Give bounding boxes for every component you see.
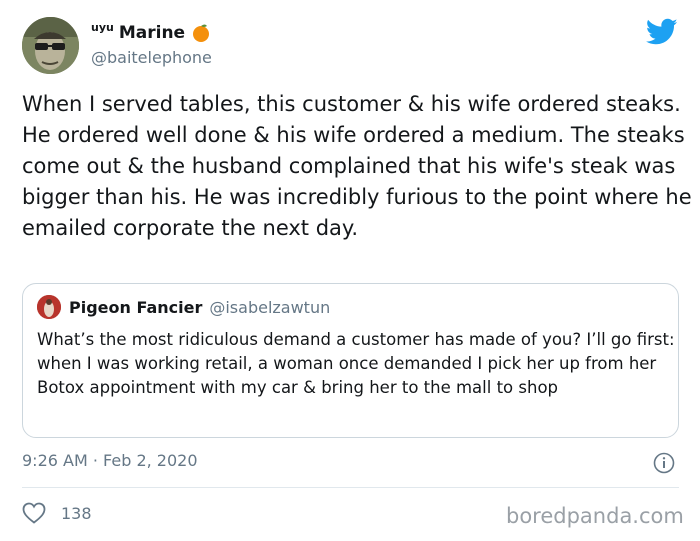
quoted-author-name: Pigeon Fancier xyxy=(69,297,203,317)
author-avatar[interactable] xyxy=(22,17,79,74)
info-icon[interactable] xyxy=(653,452,675,474)
quoted-tweet-text: What’s the most ridiculous demand a cust… xyxy=(37,330,675,397)
watermark: boredpanda.com xyxy=(506,504,684,528)
like-button[interactable]: 138 xyxy=(22,502,92,524)
quoted-tweet-header: Pigeon Fancier @isabelzawtun xyxy=(37,295,330,319)
quoted-tweet[interactable]: Pigeon Fancier @isabelzawtun What’s the … xyxy=(22,283,679,438)
author-name-prefix: uyu xyxy=(91,20,114,34)
author-display-name[interactable]: Marine xyxy=(119,23,185,43)
orange-icon xyxy=(191,23,211,43)
like-count: 138 xyxy=(61,503,92,523)
author-name-row[interactable]: uyu Marine xyxy=(91,20,211,44)
twitter-bird-icon[interactable] xyxy=(645,18,678,46)
author-handle[interactable]: @baitelephone xyxy=(91,48,212,67)
tweet-text: When I served tables, this customer & hi… xyxy=(22,92,692,240)
tweet-card: uyu Marine @baitelephone When I served t… xyxy=(0,0,700,541)
tweet-timestamp[interactable]: 9:26 AM · Feb 2, 2020 xyxy=(22,451,198,470)
quoted-author-handle: @isabelzawtun xyxy=(209,297,331,317)
avatar-image xyxy=(22,17,79,74)
quoted-author-avatar xyxy=(37,295,61,319)
divider xyxy=(22,487,679,488)
heart-icon xyxy=(22,502,46,524)
